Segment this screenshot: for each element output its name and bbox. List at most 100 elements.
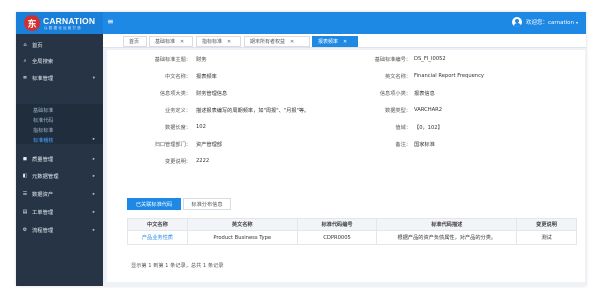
sidebar-item-label: 首页 [32,43,43,49]
code-name-link[interactable]: 产品业务性质 [127,230,188,245]
chevron-down-icon: ▾ [92,75,95,81]
detail-label: 信息项小类： [379,91,411,97]
sidebar-item-label: 全局搜索 [32,59,54,65]
process-icon: ⚙ [22,227,28,233]
submenu-item-basic-standards[interactable]: 基础标准 [33,107,53,114]
tab-basic-standards[interactable]: 基础标准 ✕ [149,36,193,47]
sidebar-item-home[interactable]: ⌂ 首页 [16,38,103,52]
chevron-right-icon: ▸ [92,137,95,142]
detail-value: 资产管理部 [196,142,222,148]
chevron-right-icon: ▸ [92,173,95,179]
sidebar-item-quality[interactable]: ◼ 质量管理 ▸ [16,152,103,166]
close-icon[interactable]: ✕ [180,39,184,45]
chevron-right-icon: ▸ [92,209,95,215]
table-cell: 测试 [516,230,577,245]
sidebar-item-label: 流程管理 [32,228,54,234]
submenu-item-label: 标准稽核 [33,138,54,144]
tab-label: 指标标准 [202,39,223,45]
close-icon[interactable]: ✕ [343,39,347,45]
hamburger-icon[interactable]: ≡ [107,18,114,26]
detail-value: Financial Report Frequency [414,73,485,79]
tab-label: 首页 [129,39,140,45]
detail-value: DS_FI_I0052 [414,56,446,62]
chevron-down-icon: ▾ [575,19,578,25]
detail-value: 【0，102】 [414,125,443,131]
detail-value: 102 [196,124,206,130]
detail-label: 变更说明： [165,159,191,165]
chevron-right-icon: ▸ [92,156,95,162]
tab-label: 基础标准 [155,39,176,45]
metadata-icon: ◧ [22,173,28,179]
detail-label: 基础标准编号： [374,57,411,63]
ticket-icon: ▤ [22,209,28,215]
table-header-row: 中文名称 英文名称 标准代码编号 标准代码描述 变更说明 [127,218,577,231]
detail-label: 数据长度： [165,125,191,131]
tab-home[interactable]: 首页 [123,36,147,47]
column-header: 中文名称 [127,218,188,231]
sidebar-item-assets[interactable]: ☰ 数据资产 ▸ [16,187,103,201]
detail-label: 中文名称： [165,74,191,80]
table-cell: 根据产品的资产负债属性，对产品的分类。 [376,230,518,245]
sidebar-item-label: 质量管理 [32,157,54,163]
brand-logo-icon: 东 [24,15,40,31]
brand-subtitle: 以 数 据 化 运 营 打 造 [44,26,81,30]
home-icon: ⌂ [23,42,27,48]
detail-label: 业务定义： [165,108,191,114]
submenu-item-standard-audit[interactable]: 标准稽核 [33,137,53,144]
detail-label: 值域： [395,125,411,131]
column-header: 标准代码编号 [296,218,378,231]
detail-value: VARCHAR2 [414,107,443,113]
brand[interactable]: 东 CARNATION 以 数 据 化 运 营 打 造 [16,12,103,34]
detail-value: 报表频率 [196,74,217,80]
detail-value: 国家标准 [414,142,435,148]
quality-icon: ◼ [22,156,28,162]
submenu-item-indicator-standards[interactable]: 指标标准 [33,127,53,134]
close-icon[interactable]: ✕ [290,39,294,45]
tab-related-codes[interactable]: 已关联标准代码 [127,198,181,210]
sidebar-item-label: 标准管理 [32,76,54,82]
user-menu[interactable]: 欢迎您：carnation ▾ [512,17,578,27]
detail-label: 归口管理部门： [154,142,191,148]
sidebar: ⌂ 首页 ⌕ 全局搜索 ≣ 标准管理 ▾ 基础标准 标准代码 指标标准 标准稽核… [16,34,103,286]
user-avatar-icon [512,17,523,27]
detail-value: 报表信息 [414,91,435,97]
tab-indicator-standards[interactable]: 指标标准 ✕ [196,36,241,47]
app-window: 东 CARNATION 以 数 据 化 运 营 打 造 ≡ 欢迎您：carnat… [16,12,586,286]
column-header: 标准代码描述 [376,218,518,231]
standards-submenu: 基础标准 标准代码 指标标准 标准稽核 ▸ [16,104,103,144]
sidebar-item-process[interactable]: ⚙ 流程管理 ▸ [16,223,103,237]
sidebar-item-label: 工单管理 [32,210,54,216]
tab-label: 报表频率 [318,39,339,45]
chevron-right-icon: ▸ [92,227,95,233]
brand-name: CARNATION [43,16,96,26]
search-icon: ⌕ [23,58,27,64]
tab-report-frequency[interactable]: 报表频率 ✕ [312,36,358,47]
sidebar-item-search[interactable]: ⌕ 全局搜索 [16,54,103,68]
submenu-item-standard-codes[interactable]: 标准代码 [33,117,53,124]
tab-distribution-info[interactable]: 标准分布信息 [183,198,231,210]
main-content: 基础标准主题： 财务 基础标准编号： DS_FI_I0052 中文名称： 报表频… [103,48,586,286]
top-bar: 东 CARNATION 以 数 据 化 运 营 打 造 ≡ 欢迎您：carnat… [16,12,586,34]
column-header: 变更说明 [516,218,577,231]
detail-value: 描述报表编写的周期频率，如"周报"、"月报"等。 [196,108,310,114]
detail-label: 数据类型： [385,108,411,114]
table-row: 产品业务性质 Product Business Type CDPR0005 根据… [127,230,577,245]
column-header: 英文名称 [186,218,298,231]
tab-owners-equity[interactable]: 期末所有者权益 ✕ [244,36,310,47]
sidebar-item-standards[interactable]: ≣ 标准管理 ▾ [16,71,103,85]
table-cell: CDPR0005 [296,230,378,245]
page-tabs: 首页 基础标准 ✕ 指标标准 ✕ 期末所有者权益 ✕ 报表频率 ✕ [103,34,586,48]
sidebar-item-label: 数据资产 [32,192,54,198]
sidebar-item-tickets[interactable]: ▤ 工单管理 ▸ [16,205,103,219]
related-codes-table: 中文名称 英文名称 标准代码编号 标准代码描述 变更说明 产品业务性质 Prod… [127,218,577,245]
standards-icon: ≣ [22,75,28,81]
detail-label: 备注： [395,142,411,148]
detail-card: 基础标准主题： 财务 基础标准编号： DS_FI_I0052 中文名称： 报表频… [107,50,585,282]
tab-label: 期末所有者权益 [250,39,286,45]
detail-value: 财务 [196,57,207,63]
close-icon[interactable]: ✕ [227,39,231,45]
sidebar-item-label: 元数据管理 [32,174,59,180]
assets-icon: ☰ [22,191,28,197]
table-cell: Product Business Type [186,230,298,245]
sidebar-item-metadata[interactable]: ◧ 元数据管理 ▸ [16,169,103,183]
